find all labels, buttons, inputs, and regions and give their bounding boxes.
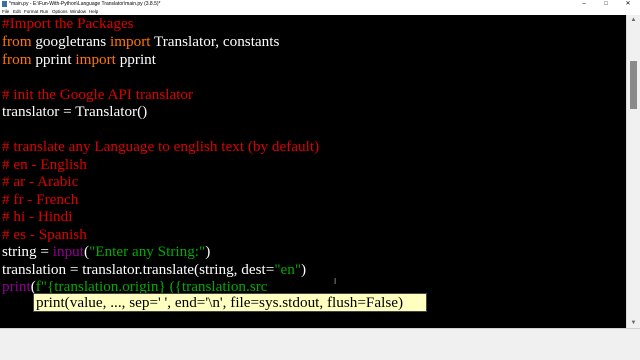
scroll-up-arrow-icon[interactable]: ▲ [627, 15, 640, 25]
menu-format[interactable]: Format [24, 8, 38, 15]
code-text: translation = translator.translate(strin… [2, 261, 275, 278]
module-name: pprint [31, 51, 76, 68]
builtin-input: input [52, 243, 84, 260]
keyword-from: from [2, 33, 32, 50]
code-line-13: # hi - Hindi [2, 208, 72, 226]
window-title: *main.py - E:\Fun-With-Python\Language T… [9, 1, 161, 7]
menu-options[interactable]: Options [52, 8, 68, 15]
minimize-button[interactable]: – [573, 0, 595, 8]
code-line-15: string = input("Enter any String:") [2, 243, 210, 261]
close-button[interactable]: ✕ [617, 0, 639, 8]
comment-text: # es - Spanish [2, 226, 87, 243]
comment-text: # hi - Hindi [2, 208, 73, 225]
keyword-import: import [75, 51, 116, 68]
comment-text: # en - English [2, 156, 87, 173]
comment-text: # fr - French [2, 191, 79, 208]
module-name: googletrans [31, 33, 110, 50]
scrollbar-thumb[interactable] [630, 61, 637, 109]
comment-text: # ar - Arabic [2, 173, 79, 190]
code-line-4: from pprint import pprint [2, 51, 156, 69]
calltip-text: print(value, ..., sep=' ', end='\n', fil… [36, 294, 404, 311]
menu-file[interactable]: File [2, 8, 9, 15]
import-names: Translator, constants [150, 33, 280, 50]
calltip-tooltip: print(value, ..., sep=' ', end='\n', fil… [33, 293, 427, 312]
code-line-10: # en - English [2, 156, 87, 174]
code-line-1: #Import the Packages [2, 15, 134, 33]
code-line-2: from googletrans import Translator, cons… [2, 33, 279, 51]
import-names: pprint [115, 51, 156, 68]
menu-edit[interactable]: Edit [13, 8, 21, 15]
comment-text: # init the Google API translator [2, 86, 194, 103]
maximize-button[interactable]: □ [595, 0, 617, 8]
idle-app-icon [2, 1, 7, 7]
vertical-scrollbar[interactable]: ▲ ▼ [626, 15, 640, 328]
comment-text: #Import the Packages [2, 15, 134, 32]
code-text: string = [2, 243, 53, 260]
code-line-14: # es - Spanish [2, 226, 87, 244]
status-bar [0, 328, 640, 360]
menu-help[interactable]: Help [89, 8, 98, 15]
keyword-import: import [109, 33, 151, 50]
code-line-7: translator = Translator() [2, 103, 147, 121]
menu-run[interactable]: Run [40, 8, 48, 15]
paren-close: ) [205, 243, 211, 260]
menu-window[interactable]: Window [70, 8, 86, 15]
menu-bar: File Edit Format Run Options Window Help [0, 8, 640, 15]
code-editor[interactable]: #Import the Packages from googletrans im… [0, 15, 626, 328]
mouse-ibeam-cursor-icon: I [334, 277, 337, 286]
title-bar: *main.py - E:\Fun-With-Python\Language T… [0, 0, 640, 8]
code-line-16: translation = translator.translate(strin… [2, 261, 306, 279]
code-line-9: # translate any Language to english text… [2, 138, 319, 156]
scroll-down-arrow-icon[interactable]: ▼ [627, 318, 640, 328]
keyword-from: from [2, 51, 32, 68]
comment-text: # translate any Language to english text… [2, 138, 320, 155]
code-line-11: # ar - Arabic [2, 173, 78, 191]
string-literal: "en" [274, 261, 302, 278]
string-literal: "Enter any String:" [89, 243, 206, 260]
code-line-12: # fr - French [2, 191, 78, 209]
paren-close: ) [301, 261, 307, 278]
code-text: translator = Translator() [2, 103, 148, 120]
builtin-print: print [2, 278, 31, 295]
code-line-6: # init the Google API translator [2, 86, 193, 104]
